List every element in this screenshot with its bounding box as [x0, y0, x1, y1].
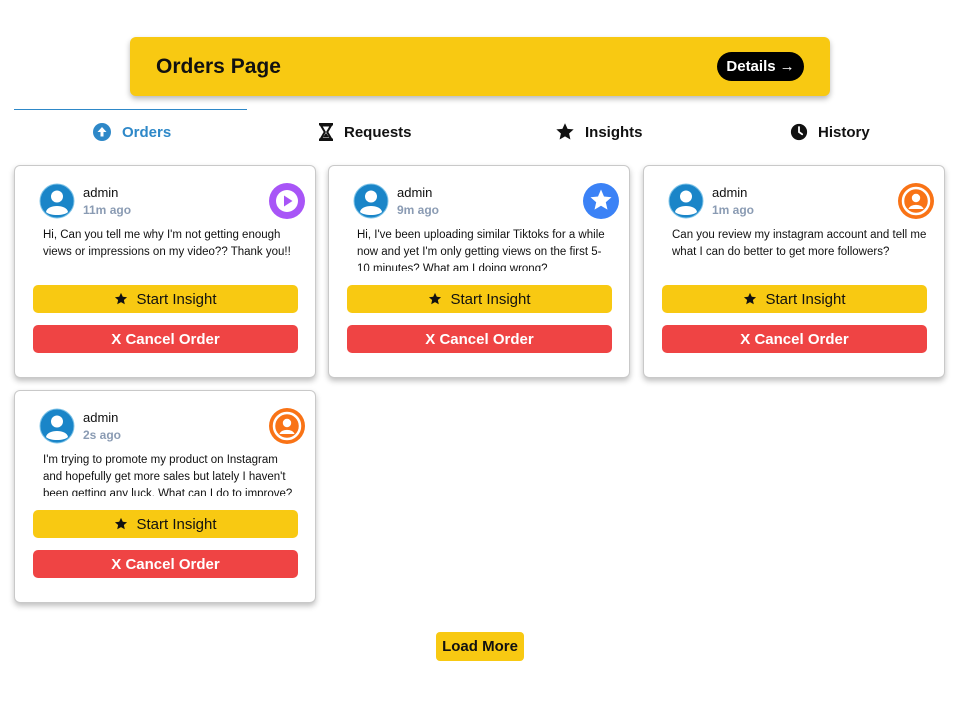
start-insight-button[interactable]: Start Insight	[33, 510, 298, 538]
order-message: Hi, Can you tell me why I'm not getting …	[43, 229, 291, 258]
arrow-right-icon: →	[779, 58, 795, 75]
arrow-up-circle-icon	[93, 123, 111, 141]
order-card: admin 1m ago Can you review my instagram…	[643, 165, 945, 378]
star-icon	[556, 123, 574, 140]
order-message: Hi, I've been uploading similar Tiktoks …	[357, 229, 605, 271]
clock-icon	[790, 123, 808, 141]
tab-history[interactable]: History	[790, 120, 870, 144]
load-more-button[interactable]: Load More	[436, 632, 524, 661]
play-icon[interactable]	[269, 183, 305, 219]
user-avatar-icon	[668, 183, 704, 219]
page-title: Orders Page	[156, 55, 281, 78]
order-message: Can you review my instagram account and …	[672, 229, 927, 258]
start-insight-label: Start Insight	[136, 515, 217, 533]
cancel-order-button[interactable]: X Cancel Order	[662, 325, 927, 353]
tab-insights[interactable]: Insights	[555, 120, 643, 144]
order-timestamp: 9m ago	[397, 203, 440, 217]
start-insight-button[interactable]: Start Insight	[33, 285, 298, 313]
star-icon[interactable]	[583, 183, 619, 219]
cancel-order-label: X Cancel Order	[425, 330, 534, 348]
star-icon	[115, 517, 128, 530]
tab-orders-label: Orders	[122, 123, 172, 141]
cancel-order-button[interactable]: X Cancel Order	[33, 550, 298, 578]
active-tab-indicator	[14, 109, 247, 110]
order-card: admin 11m ago Hi, Can you tell me why I'…	[14, 165, 316, 378]
user-avatar-icon	[353, 183, 389, 219]
cancel-order-label: X Cancel Order	[111, 555, 220, 573]
start-insight-button[interactable]: Start Insight	[347, 285, 612, 313]
start-insight-label: Start Insight	[765, 290, 846, 308]
cancel-order-label: X Cancel Order	[740, 330, 849, 348]
page-header: Orders Page Details →	[130, 37, 830, 96]
details-button-label: Details	[726, 58, 776, 75]
order-timestamp: 2s ago	[83, 428, 122, 442]
star-icon	[429, 292, 442, 305]
start-insight-label: Start Insight	[450, 290, 531, 308]
order-username: admin	[83, 410, 119, 425]
order-card: admin 2s ago I'm trying to promote my pr…	[14, 390, 316, 603]
tab-requests[interactable]: Requests	[318, 120, 412, 144]
order-timestamp: 11m ago	[83, 203, 132, 217]
cancel-order-button[interactable]: X Cancel Order	[33, 325, 298, 353]
start-insight-button[interactable]: Start Insight	[662, 285, 927, 313]
star-icon	[115, 292, 128, 305]
details-button[interactable]: Details →	[717, 52, 804, 81]
star-icon	[744, 292, 757, 305]
tab-requests-label: Requests	[344, 123, 412, 141]
tab-orders[interactable]: Orders	[92, 120, 171, 144]
order-username: admin	[712, 185, 748, 200]
order-message: I'm trying to promote my product on Inst…	[43, 454, 293, 496]
user-avatar-icon	[39, 408, 75, 444]
user-icon[interactable]	[898, 183, 934, 219]
order-username: admin	[83, 185, 119, 200]
hourglass-icon	[319, 123, 333, 141]
user-icon[interactable]	[269, 408, 305, 444]
order-username: admin	[397, 185, 433, 200]
user-avatar-icon	[39, 183, 75, 219]
order-timestamp: 1m ago	[712, 203, 755, 217]
cancel-order-button[interactable]: X Cancel Order	[347, 325, 612, 353]
cancel-order-label: X Cancel Order	[111, 330, 220, 348]
start-insight-label: Start Insight	[136, 290, 217, 308]
order-card: admin 9m ago Hi, I've been uploading sim…	[328, 165, 630, 378]
tab-insights-label: Insights	[585, 123, 643, 141]
tab-history-label: History	[818, 123, 870, 141]
